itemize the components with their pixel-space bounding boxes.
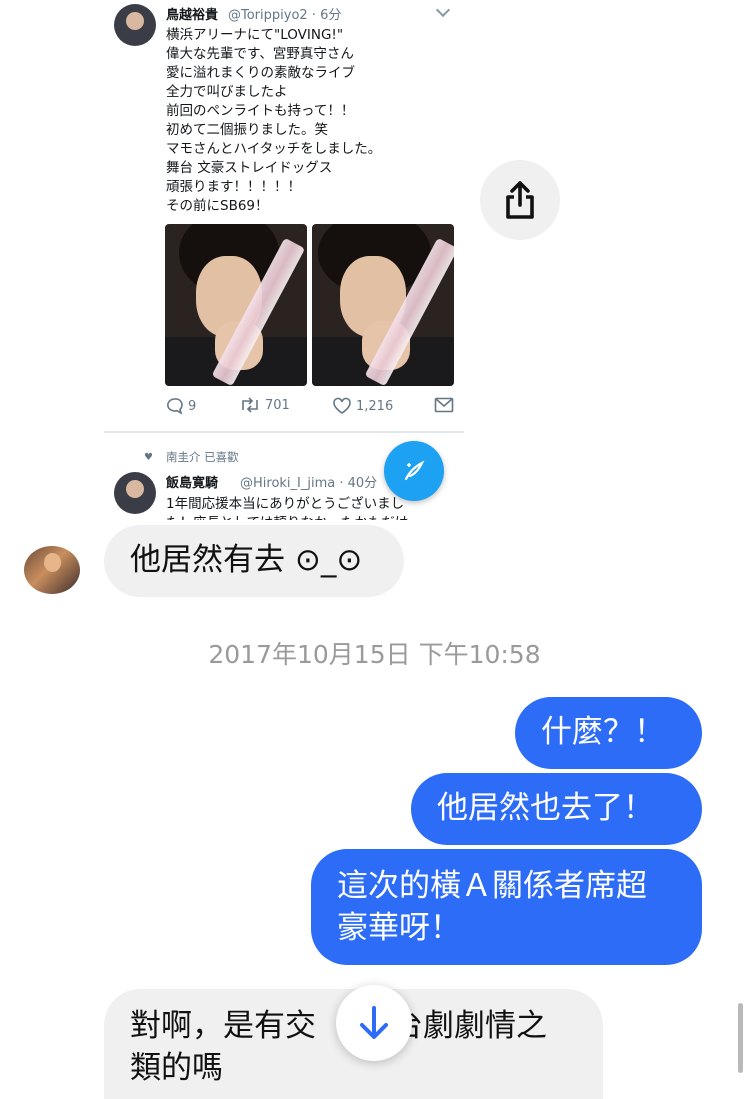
compose-tweet-button [384,441,444,501]
tweet-menu-chevron-icon [435,2,451,18]
tweet-author-avatar [114,4,156,46]
outgoing-message-bubble[interactable]: 這次的橫Ａ關係者席超 豪華呀！ [311,849,702,965]
tweet2-author-handle: @Hiroki_I_jima · 40分 [240,476,378,491]
tweet-author-name: 鳥越裕貴 [166,8,219,23]
scroll-to-bottom-button[interactable] [336,985,412,1061]
tweet2-text-line1: 1年間応援本当にありがとうございまし [166,496,405,512]
incoming-message-bubble[interactable]: 他居然有去 ⊙_⊙ [104,525,404,597]
tweet2-author-avatar [114,472,156,514]
compose-tweet-icon [404,460,425,481]
message-text: 他居然也去了！ [437,790,654,826]
share-icon [506,181,534,219]
tweet-retweet-action: 701 [239,397,290,413]
message-text-part1: 對啊，是有交 [130,1008,316,1044]
retweet-icon [242,397,258,413]
message-text-line1: 這次的橫Ａ關係者席超 [337,868,647,904]
share-button[interactable] [480,160,560,240]
liked-heart-icon: ♥ [144,452,153,463]
tweet-author-handle: @Torippiyo2 · 6分 [228,8,342,23]
heart-icon [333,397,351,414]
tweet-reply-action: 9 [166,397,196,415]
tweet-photo-2 [312,224,454,386]
conversation-timestamp: 2017年10月15日 下午10:58 [208,640,541,669]
sender-avatar[interactable] [24,546,80,594]
envelope-icon [434,397,454,413]
tweet-like-action: 1,216 [332,397,393,415]
message-text-line2: 豪華呀！ [337,910,461,946]
tweet-text: 横浜アリーナにて"LOVING!" 偉大な先輩です、宮野真守さん 愛に溢れまくり… [166,27,382,214]
outgoing-message-bubble[interactable]: 什麼？！ [515,697,702,769]
scrollbar[interactable] [738,1003,743,1073]
like-count: 1,216 [356,398,394,414]
tweet-divider [104,431,464,433]
outgoing-message-bubble[interactable]: 他居然也去了！ [411,773,702,845]
tweet-dm-action [434,397,454,413]
tweet2-text-line2: た！座長としては頼りなかったかもだけ [166,511,408,520]
message-text-part2: 台劇劇情之 [392,1008,547,1044]
arrow-down-icon [360,1006,388,1039]
tweet-screenshot-image[interactable]: 鳥越裕貴 @Torippiyo2 · 6分 横浜アリーナにて"LOVING!" … [104,0,464,520]
reply-count: 9 [188,398,197,414]
message-text: 什麼？！ [541,714,665,750]
message-text: 他居然有去 ⊙_⊙ [130,542,363,578]
reply-icon [167,398,183,415]
tweet2-liked-by: 南圭介 已喜歡 [166,450,239,464]
retweet-count: 701 [265,397,290,413]
tweet2-author-name: 飯島寛騎 [166,476,219,491]
tweet-photo-1 [165,224,307,386]
